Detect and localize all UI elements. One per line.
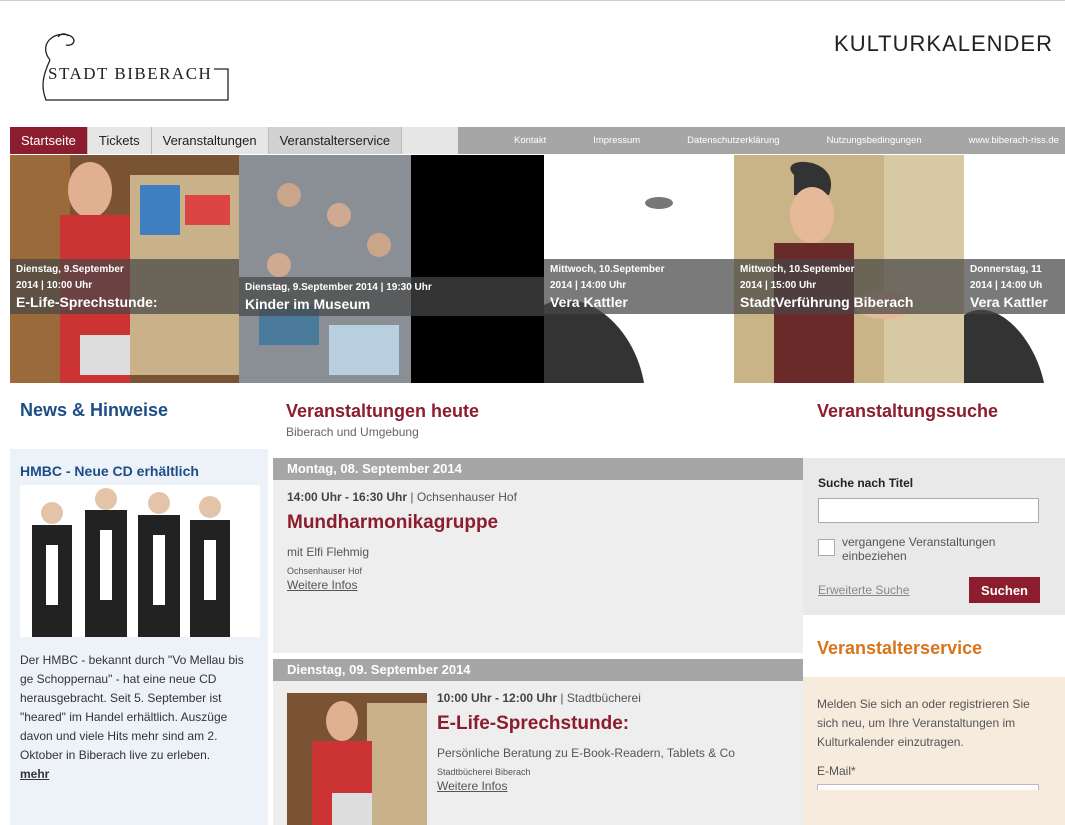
slide-caption: Dienstag, 9.September 2014 | 10:00 Uhr E…	[10, 259, 239, 314]
news-heading: News & Hinweise	[20, 400, 169, 420]
past-events-label[interactable]: vergangene Veranstaltungen einbeziehen	[842, 535, 1049, 563]
events-heading-box: Veranstaltungen heute Biberach und Umgeb…	[273, 383, 803, 458]
nav-datenschutz[interactable]: Datenschutzerklärung	[687, 135, 779, 146]
event-title[interactable]: Mundharmonikagruppe	[287, 512, 789, 534]
nav-nutzungsbedingungen[interactable]: Nutzungsbedingungen	[827, 135, 922, 146]
event-more-link[interactable]: Weitere Infos	[287, 578, 357, 592]
slide-vera-kattler-2[interactable]: Donnerstag, 11 2014 | 14:00 Uh Vera Katt…	[964, 155, 1065, 383]
news-more-link[interactable]: mehr	[20, 765, 49, 784]
search-actions: Erweiterte Suche Suchen	[818, 577, 1040, 603]
event-location: Stadtbücherei Biberach	[437, 767, 531, 777]
nav-impressum[interactable]: Impressum	[593, 135, 640, 146]
events-column: Veranstaltungen heute Biberach und Umgeb…	[273, 383, 803, 825]
event-photo-man-tablet	[287, 693, 427, 825]
search-button[interactable]: Suchen	[969, 577, 1040, 603]
event-image[interactable]	[287, 693, 437, 825]
main-navigation: Startseite Tickets Veranstaltungen Veran…	[10, 127, 1065, 154]
news-item-title[interactable]: HMBC - Neue CD erhältlich	[10, 449, 268, 485]
events-subheading: Biberach und Umgebung	[286, 425, 419, 439]
event-slider: Dienstag, 9.September 2014 | 10:00 Uhr E…	[10, 155, 1065, 383]
event-details: 10:00 Uhr - 12:00 Uhr | Stadtbücherei E-…	[437, 691, 789, 816]
nav-kontakt[interactable]: Kontakt	[514, 135, 546, 146]
email-field[interactable]	[817, 784, 1039, 790]
news-column: News & Hinweise HMBC - Neue CD erhältlic…	[10, 383, 268, 825]
site-title: KULTURKALENDER	[834, 31, 1053, 56]
event-description: Persönliche Beratung zu E-Book-Readern, …	[437, 746, 735, 760]
event-title[interactable]: E-Life-Sprechstunde:	[437, 713, 789, 735]
event-item: 10:00 Uhr - 12:00 Uhr | Stadtbücherei E-…	[273, 681, 803, 825]
organizer-heading-box: Veranstalterservice	[803, 615, 1065, 677]
organizer-heading: Veranstalterservice	[817, 638, 983, 658]
past-events-checkbox[interactable]	[818, 539, 835, 556]
slide-caption: Mittwoch, 10.September 2014 | 15:00 Uhr …	[734, 259, 964, 314]
news-heading-box: News & Hinweise	[10, 383, 268, 449]
slide-photo-children	[239, 155, 544, 383]
sidebar-right: Veranstaltungssuche Suche nach Titel ver…	[803, 383, 1065, 825]
nav-startseite[interactable]: Startseite	[10, 127, 88, 154]
logo-text: STADT BIBERACH	[48, 64, 213, 83]
email-label: E-Mail*	[817, 764, 856, 778]
slide-caption: Dienstag, 9.September 2014 | 19:30 Uhr K…	[239, 277, 544, 316]
site-header: STADT BIBERACH KULTURKALENDER	[0, 0, 1065, 126]
event-item: 14:00 Uhr - 16:30 Uhr | Ochsenhauser Hof…	[273, 480, 803, 653]
slide-e-life[interactable]: Dienstag, 9.September 2014 | 10:00 Uhr E…	[10, 155, 239, 383]
nav-veranstaltungen[interactable]: Veranstaltungen	[152, 127, 269, 154]
search-title-input[interactable]	[818, 498, 1039, 523]
day-header: Dienstag, 09. September 2014	[273, 659, 803, 681]
meta-nav: Kontakt Impressum Datenschutzerklärung N…	[458, 127, 1065, 154]
slide-kinder-museum[interactable]: Dienstag, 9.September 2014 | 19:30 Uhr K…	[239, 155, 544, 383]
nav-tickets[interactable]: Tickets	[88, 127, 152, 154]
nav-biberach-link[interactable]: www.biberach-riss.de	[969, 135, 1059, 146]
organizer-text: Melden Sie sich an oder registrieren Sie…	[817, 697, 1030, 749]
day-header: Montag, 08. September 2014	[273, 458, 803, 480]
event-location: Ochsenhauser Hof	[287, 566, 363, 576]
slide-caption: Donnerstag, 11 2014 | 14:00 Uh Vera Katt…	[964, 259, 1065, 314]
slide-stadtverfuehrung[interactable]: Mittwoch, 10.September 2014 | 15:00 Uhr …	[734, 155, 964, 383]
nav-veranstalterservice[interactable]: Veranstalterservice	[268, 127, 403, 154]
news-item-image[interactable]	[20, 485, 260, 637]
search-form: Suche nach Titel vergangene Veranstaltun…	[803, 458, 1065, 615]
band-photo	[20, 485, 260, 637]
slide-caption: Mittwoch, 10.September 2014 | 14:00 Uhr …	[544, 259, 734, 314]
primary-nav: Startseite Tickets Veranstaltungen Veran…	[10, 127, 403, 154]
event-time: 14:00 Uhr - 16:30 Uhr | Ochsenhauser Hof	[287, 490, 517, 504]
slide-vera-kattler[interactable]: Mittwoch, 10.September 2014 | 14:00 Uhr …	[544, 155, 734, 383]
events-heading: Veranstaltungen heute	[286, 401, 480, 421]
organizer-login-box: Melden Sie sich an oder registrieren Sie…	[803, 677, 1065, 825]
search-title-label: Suche nach Titel	[818, 476, 914, 490]
event-description: mit Elfi Flehmig	[287, 545, 370, 559]
past-events-option: vergangene Veranstaltungen einbeziehen	[818, 535, 1049, 563]
event-more-link[interactable]: Weitere Infos	[437, 779, 507, 793]
news-item-text: Der HMBC - bekannt durch "Vo Mellau bis …	[10, 637, 268, 784]
search-heading: Veranstaltungssuche	[817, 401, 999, 421]
advanced-search-link[interactable]: Erweiterte Suche	[818, 583, 909, 597]
search-heading-box: Veranstaltungssuche	[803, 383, 1065, 458]
event-time: 10:00 Uhr - 12:00 Uhr | Stadtbücherei	[437, 691, 641, 705]
